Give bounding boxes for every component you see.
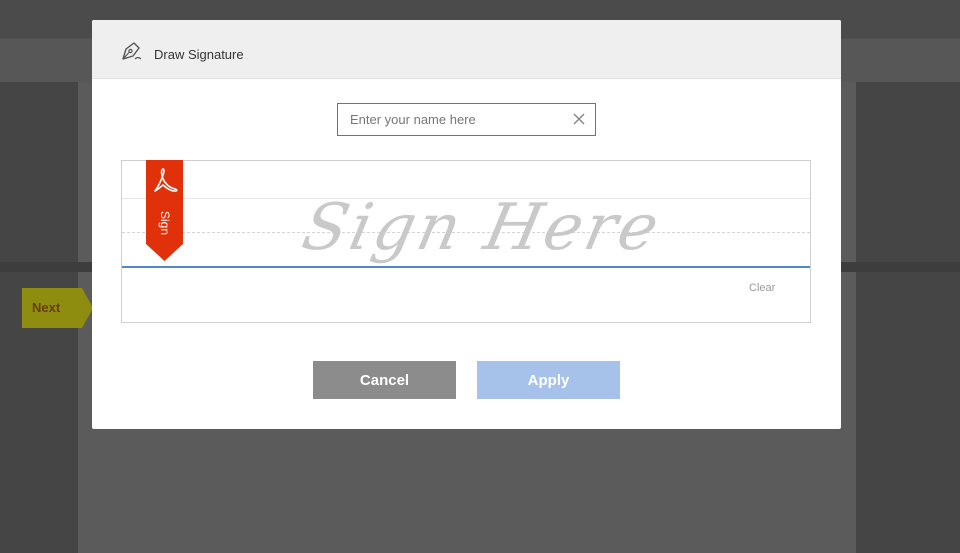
dialog-title: Draw Signature [154,47,244,62]
pen-nib-icon [120,40,144,62]
draw-signature-dialog: Draw Signature Sign Here Sign Clear Canc… [92,20,841,429]
next-field-tag[interactable]: Next [22,288,94,328]
clear-name-icon[interactable] [571,111,587,127]
name-input[interactable] [338,104,563,135]
dialog-header: Draw Signature [92,20,841,79]
signature-baseline [122,266,810,268]
apply-button[interactable]: Apply [477,361,620,399]
signature-pad[interactable]: Sign Here Sign Clear [121,160,811,323]
ribbon-sign-label: Sign [158,210,172,236]
sign-here-watermark: Sign Here [296,191,668,265]
next-tag-label: Next [32,300,61,315]
sign-ribbon: Sign [146,160,183,262]
name-field[interactable] [337,103,596,136]
cancel-button[interactable]: Cancel [313,361,456,399]
clear-signature-link[interactable]: Clear [749,282,775,294]
